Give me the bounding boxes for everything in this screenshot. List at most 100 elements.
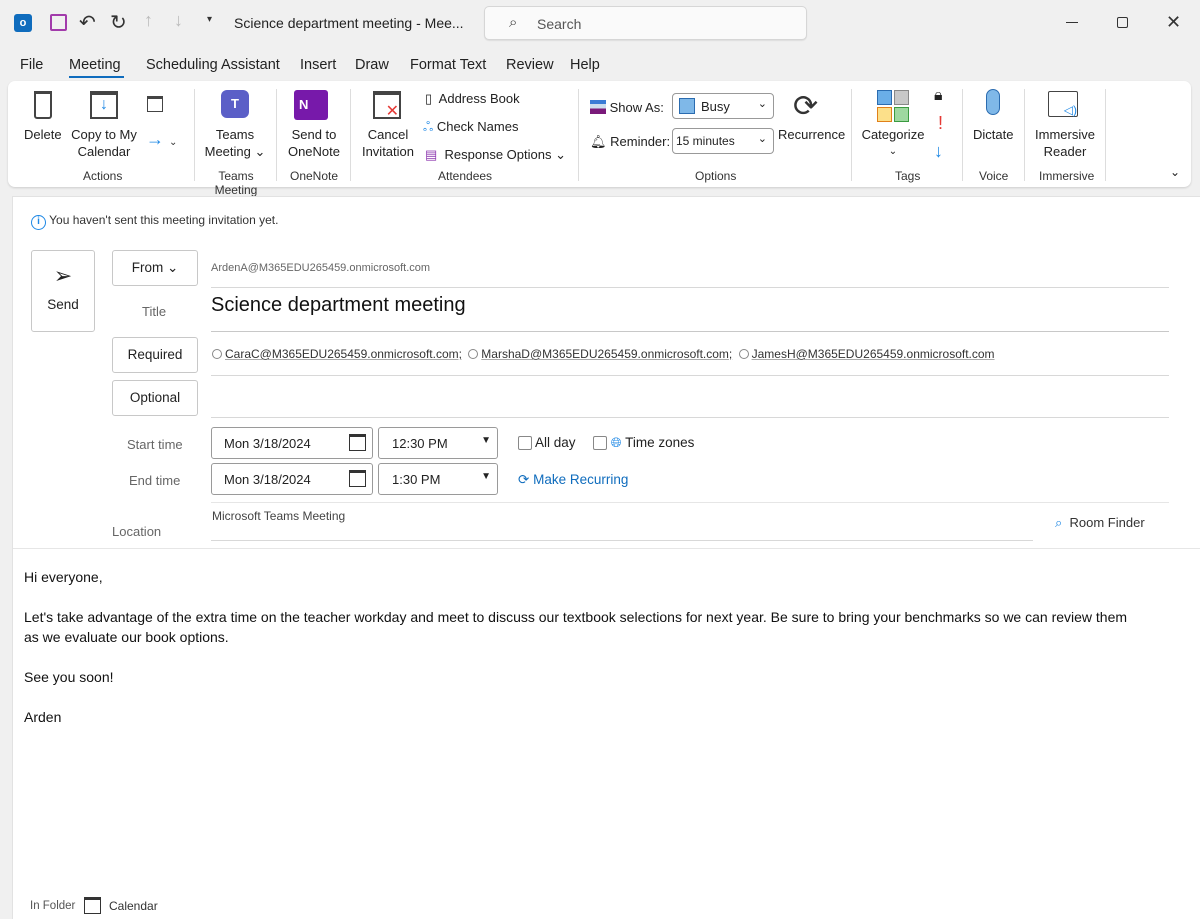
time-zones-checkbox[interactable]: 🌐︎ Time zones	[593, 435, 694, 451]
body-paragraph: Arden	[24, 709, 62, 725]
location-label: Location	[112, 524, 162, 539]
copy-label-1: Copy to My	[71, 127, 137, 142]
close-button[interactable]: ✕	[1166, 12, 1181, 33]
tab-file[interactable]: File	[20, 57, 43, 73]
show-as-icon	[590, 100, 606, 114]
onenote-group-label: OneNote	[289, 169, 339, 183]
immersive-group-label: Immersive	[1039, 169, 1095, 183]
maximize-button[interactable]	[1117, 17, 1128, 28]
teams-label-1: Teams	[215, 127, 255, 142]
calendar-icon	[349, 470, 366, 487]
reminder-dropdown[interactable]: 15 minutes ⌄	[672, 128, 774, 154]
meeting-form: i You haven't sent this meeting invitati…	[12, 196, 1200, 919]
send-to-onenote-button[interactable]: Send to OneNote	[284, 126, 344, 160]
send-button[interactable]: ➢ Send	[31, 250, 95, 332]
all-day-checkbox[interactable]: All day	[518, 435, 576, 451]
make-recurring-link[interactable]: ⟳ Make Recurring	[518, 472, 628, 488]
show-as-label: Show As:	[590, 99, 664, 116]
teams-label-2: Meeting ⌄	[204, 144, 266, 159]
teams-group-label: Teams Meeting	[214, 169, 258, 197]
optional-button[interactable]: Optional	[112, 380, 198, 416]
ribbon: Delete ↓ Copy to My Calendar → ⌄ Actions…	[8, 81, 1191, 197]
title-input[interactable]	[211, 294, 1111, 317]
voice-group-label: Voice	[979, 169, 1009, 183]
undo-icon[interactable]: ↶	[79, 10, 96, 35]
check-names-button[interactable]: ஃ Check Names	[423, 118, 518, 135]
response-options-button[interactable]: ▤ Response Options ⌄	[425, 146, 566, 163]
low-importance-icon[interactable]: ↓	[934, 141, 943, 162]
send-icon: ➢	[53, 263, 73, 288]
tab-scheduling-assistant[interactable]: Scheduling Assistant	[146, 57, 280, 73]
teams-meeting-button[interactable]: Teams Meeting ⌄	[204, 126, 266, 160]
forward-calendar-icon[interactable]	[147, 96, 163, 112]
active-tab-underline	[69, 76, 124, 78]
body-paragraph: Let's take advantage of the extra time o…	[24, 609, 1128, 645]
title-label: Title	[142, 304, 167, 319]
save-icon[interactable]	[50, 14, 67, 31]
required-attendees-field[interactable]: CaraC@M365EDU265459.onmicrosoft.com; Mar…	[212, 347, 995, 361]
collapse-ribbon-chevron-icon[interactable]: ⌄	[1170, 165, 1180, 179]
copy-label-2: Calendar	[77, 144, 131, 159]
high-importance-icon[interactable]: !	[938, 113, 943, 134]
private-lock-icon[interactable]: 🔒︎	[934, 87, 943, 105]
up-arrow-icon[interactable]: ↑	[144, 10, 153, 31]
options-group-label: Options	[695, 169, 737, 183]
search-box[interactable]: ⌕ Search	[484, 6, 807, 40]
categorize-button[interactable]: Categorize ⌄	[860, 126, 926, 160]
down-arrow-icon[interactable]: ↓	[174, 10, 183, 31]
tab-draw[interactable]: Draw	[355, 57, 389, 73]
customize-toolbar-icon[interactable]: ▾	[207, 14, 212, 25]
tab-help[interactable]: Help	[570, 57, 600, 73]
cancel-invitation-icon: ✕	[373, 91, 401, 120]
copy-to-my-calendar-button[interactable]: Copy to My Calendar	[70, 126, 138, 160]
cancel-invitation-button[interactable]: Cancel Invitation	[358, 126, 418, 160]
recurrence-button[interactable]: Recurrence	[778, 126, 845, 143]
attendee-chip[interactable]: MarshaD@M365EDU265459.onmicrosoft.com;	[481, 347, 732, 361]
optional-attendees-field[interactable]	[211, 382, 1169, 416]
room-finder-button[interactable]: ⌕ Room Finder	[1055, 515, 1145, 531]
folder-name[interactable]: Calendar	[109, 899, 158, 913]
microphone-icon	[986, 89, 1000, 115]
delete-button[interactable]: Delete	[24, 126, 62, 143]
response-options-icon: ▤	[425, 147, 438, 162]
location-input[interactable]: Microsoft Teams Meeting	[212, 509, 345, 523]
from-button[interactable]: From ⌄	[112, 250, 198, 286]
tab-meeting[interactable]: Meeting	[69, 57, 121, 73]
start-date-picker[interactable]: Mon 3/18/2024	[211, 427, 373, 459]
reminder-label: 🔔︎ Reminder:	[590, 134, 671, 149]
room-finder-icon: ⌕	[1055, 515, 1063, 530]
attendee-chip[interactable]: JamesH@M365EDU265459.onmicrosoft.com	[752, 347, 995, 361]
cancel-label-2: Invitation	[361, 144, 415, 159]
redo-icon[interactable]: ↻	[110, 10, 127, 35]
start-time-dropdown[interactable]: 12:30 PM ▼	[378, 427, 498, 459]
info-bar: i You haven't sent this meeting invitati…	[31, 213, 278, 230]
body-paragraph: Hi everyone,	[24, 569, 103, 585]
dropdown-arrow-icon: ▼	[481, 435, 491, 446]
minimize-button[interactable]	[1066, 22, 1078, 23]
globe-icon: 🌐︎	[610, 435, 622, 450]
forward-arrow-icon[interactable]: → ⌄	[146, 129, 177, 150]
delete-icon	[34, 91, 52, 119]
search-placeholder: Search	[537, 16, 582, 32]
body-paragraph: See you soon!	[24, 669, 114, 685]
required-button[interactable]: Required	[112, 337, 198, 373]
outlook-logo-icon: o	[14, 14, 32, 32]
calendar-icon	[349, 434, 366, 451]
tab-review[interactable]: Review	[506, 57, 554, 73]
attendee-chip[interactable]: CaraC@M365EDU265459.onmicrosoft.com;	[225, 347, 462, 361]
tab-format-text[interactable]: Format Text	[410, 57, 486, 73]
immersive-reader-button[interactable]: Immersive Reader	[1032, 126, 1098, 160]
onenote-label-1: Send to	[291, 127, 337, 142]
tab-insert[interactable]: Insert	[300, 57, 336, 73]
show-as-dropdown[interactable]: Busy ⌄	[672, 93, 774, 119]
dictate-button[interactable]: Dictate	[973, 126, 1013, 143]
address-book-button[interactable]: ▯ Address Book	[425, 90, 520, 107]
from-address: ArdenA@M365EDU265459.onmicrosoft.com	[211, 262, 431, 274]
cancel-label-1: Cancel	[367, 127, 409, 142]
check-names-icon: ஃ	[423, 119, 434, 134]
end-time-dropdown[interactable]: 1:30 PM ▼	[378, 463, 498, 495]
onenote-icon: N	[294, 90, 328, 120]
dropdown-arrow-icon: ▼	[481, 471, 491, 482]
tags-group-label: Tags	[895, 169, 921, 183]
end-date-picker[interactable]: Mon 3/18/2024	[211, 463, 373, 495]
